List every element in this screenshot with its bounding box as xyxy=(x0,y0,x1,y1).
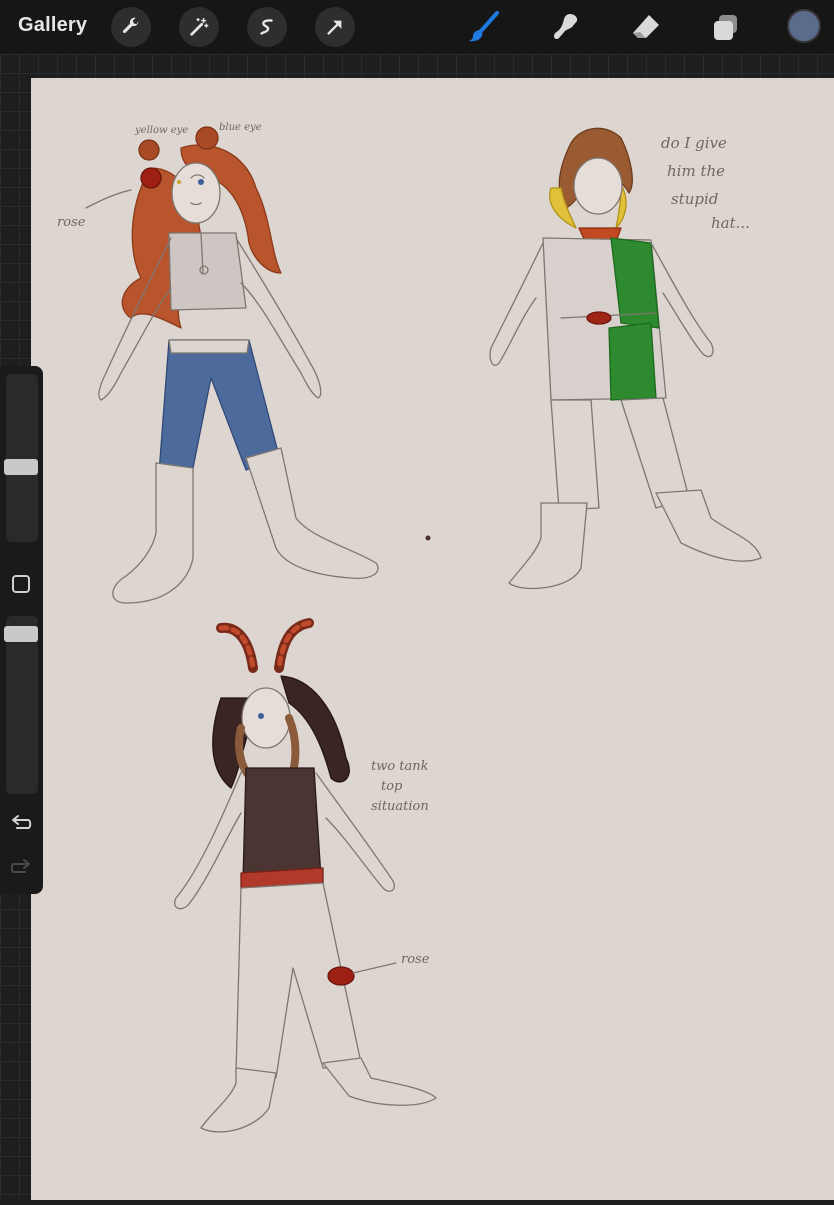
left-sidebar xyxy=(0,366,43,894)
note-stupid-hat-3: stupid xyxy=(671,190,718,208)
magic-wand-icon[interactable] xyxy=(179,7,219,47)
note-rose: rose xyxy=(57,215,86,230)
redo-icon[interactable] xyxy=(9,858,33,878)
opacity-thumb[interactable] xyxy=(4,626,38,642)
undo-icon[interactable] xyxy=(9,814,33,834)
modify-button[interactable] xyxy=(12,575,30,593)
wrench-icon[interactable] xyxy=(111,7,151,47)
smudge-icon[interactable] xyxy=(548,9,584,45)
top-toolbar: Gallery xyxy=(0,0,834,54)
note-stupid-hat-2: him the xyxy=(667,162,725,180)
note-rose-2: rose xyxy=(401,952,430,967)
note-stupid-hat-1: do I give xyxy=(661,134,727,152)
selection-icon[interactable] xyxy=(247,7,287,47)
sketch-artwork: yellow eye blue eye rose do I give him t… xyxy=(31,78,834,1200)
gallery-button[interactable]: Gallery xyxy=(18,14,87,37)
note-blue-eye: blue eye xyxy=(219,122,262,133)
opacity-slider[interactable] xyxy=(4,616,38,794)
brush-size-slider[interactable] xyxy=(4,374,38,542)
transform-arrow-icon[interactable] xyxy=(315,7,355,47)
note-tank-1: two tank xyxy=(371,759,429,774)
drawing-canvas[interactable]: yellow eye blue eye rose do I give him t… xyxy=(31,78,834,1200)
note-tank-2: top xyxy=(381,779,403,794)
color-picker-swatch[interactable] xyxy=(787,9,821,43)
brush-icon[interactable] xyxy=(466,9,502,45)
note-tank-3: situation xyxy=(371,799,429,814)
note-stupid-hat-4: hat... xyxy=(711,214,750,232)
note-yellow-eye: yellow eye xyxy=(134,125,188,136)
brush-size-thumb[interactable] xyxy=(4,459,38,475)
eraser-icon[interactable] xyxy=(628,9,664,45)
layers-icon[interactable] xyxy=(707,9,743,45)
